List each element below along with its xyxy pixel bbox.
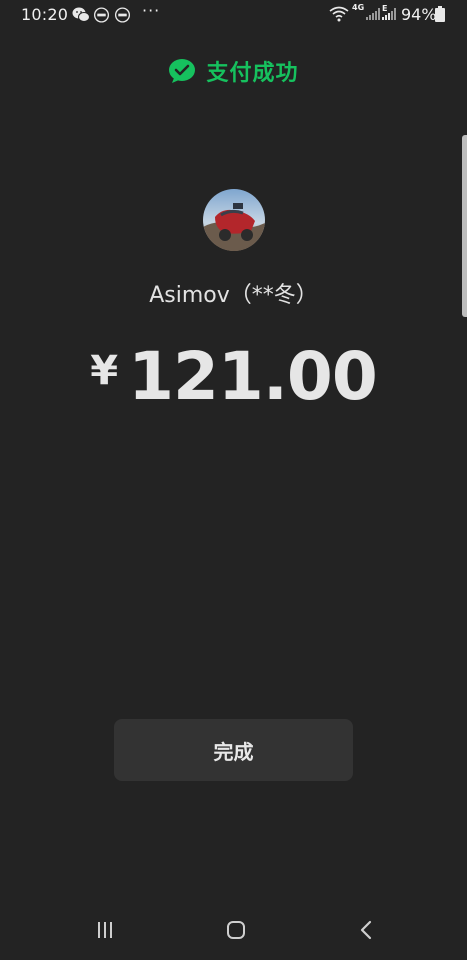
recent-apps-icon[interactable]: [95, 920, 115, 940]
payment-success-title: 支付成功: [206, 61, 299, 86]
wifi-icon: [329, 6, 349, 22]
payment-success-header: 支付成功: [0, 55, 467, 87]
signal-icon: [366, 8, 380, 20]
idm-icon: [114, 7, 131, 23]
idm-icon: [93, 7, 110, 23]
status-time: 10:20: [21, 5, 69, 24]
avatar-image: [203, 189, 265, 251]
home-icon[interactable]: [226, 920, 246, 940]
signal-icon: [382, 8, 396, 20]
payee-name: Asimov（**冬）: [149, 283, 318, 308]
navigation-bar: [0, 900, 467, 960]
amount-value: 121.00: [128, 338, 378, 415]
battery-icon: [435, 6, 445, 22]
avatar: [203, 189, 265, 251]
wechat-icon: [72, 7, 90, 22]
back-icon[interactable]: [358, 920, 374, 940]
status-bar: 10:20 ··· 4G E 94%: [0, 0, 467, 30]
payment-amount: ¥ 121.00: [0, 338, 467, 415]
done-button[interactable]: 完成: [114, 719, 353, 781]
network-type-4g: 4G: [352, 3, 365, 12]
wechat-pay-icon: [169, 59, 196, 83]
battery-percent: 94%: [401, 5, 437, 24]
currency-symbol: ¥: [90, 348, 119, 394]
more-notifications-indicator: ···: [142, 1, 161, 20]
